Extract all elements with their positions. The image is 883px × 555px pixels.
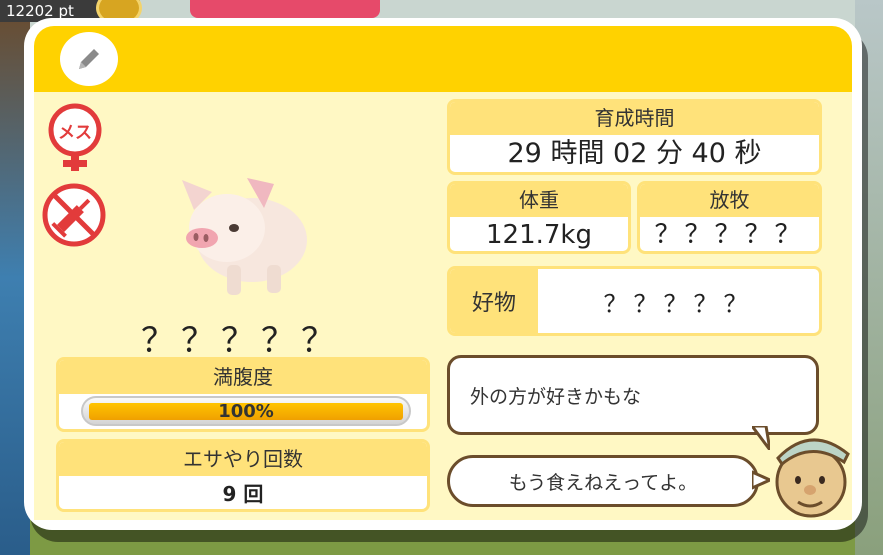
raise-time-label: 育成時間 <box>450 102 819 135</box>
fullness-bar: 100% <box>81 396 411 426</box>
speech-text-1: 外の方が好きかもな <box>470 385 642 408</box>
female-badge: メス <box>46 103 104 173</box>
weight-box: 体重 121.7kg <box>447 181 631 254</box>
speech-bubble-2: もう食えねえってよ。 <box>447 455 759 507</box>
fullness-label: 満腹度 <box>59 360 427 394</box>
favorite-food-label: 好物 <box>450 269 538 333</box>
weight-label: 体重 <box>450 184 628 217</box>
fullness-box: 満腹度 100% <box>56 357 430 432</box>
feeding-count-box: エサやり回数 9 回 <box>56 439 430 512</box>
speech-bubble-1: 外の方が好きかもな <box>447 355 819 435</box>
no-injection-badge <box>41 182 107 248</box>
pig-name: ？？？？？ <box>141 321 341 361</box>
event-banner[interactable] <box>190 0 380 18</box>
raise-time-value: 29 時間 02 分 40 秒 <box>507 138 762 169</box>
fullness-value: 100% <box>218 401 274 422</box>
pig-icon <box>182 178 307 295</box>
no-injection-icon <box>42 183 106 247</box>
favorite-food-box: 好物 ？？？？？ <box>447 266 822 336</box>
favorite-food-value: ？？？？？ <box>603 289 754 318</box>
raise-time-box: 育成時間 29 時間 02 分 40 秒 <box>447 99 822 175</box>
edit-name-button[interactable] <box>60 32 118 86</box>
feeding-count-label: エサやり回数 <box>59 442 427 476</box>
weight-value: 121.7kg <box>486 220 592 250</box>
grazing-value: ？？？？？ <box>654 220 805 250</box>
farmer-avatar <box>768 424 854 518</box>
grazing-box: 放牧 ？？？？？ <box>637 181 822 254</box>
sex-label: メス <box>58 123 92 143</box>
pencil-icon <box>79 49 99 69</box>
farmer-icon <box>775 438 850 518</box>
speech-text-2: もう食えねえってよ。 <box>508 471 698 494</box>
feeding-count-value: 9 回 <box>222 482 264 506</box>
grazing-label: 放牧 <box>640 184 819 217</box>
pig-model[interactable] <box>172 170 312 300</box>
panel-header <box>34 26 852 92</box>
